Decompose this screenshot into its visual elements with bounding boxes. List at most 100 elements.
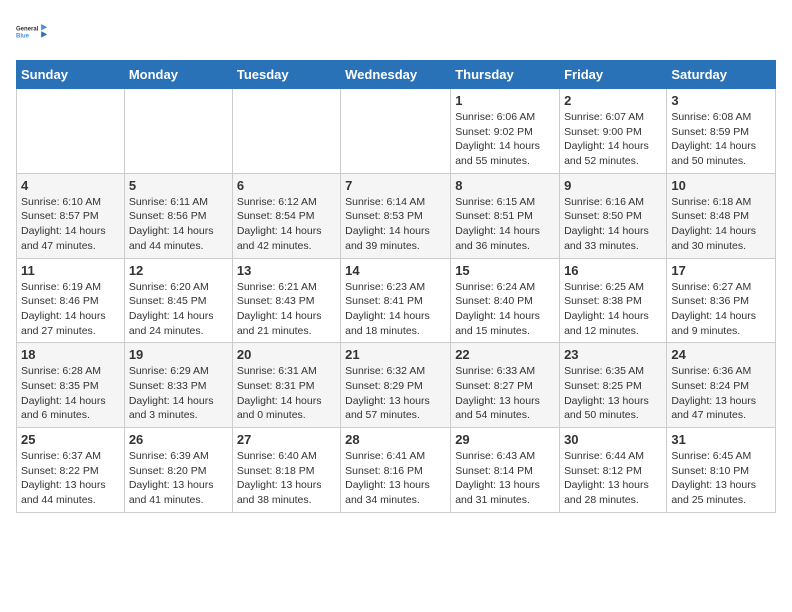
day-info: Sunrise: 6:40 AMSunset: 8:18 PMDaylight:… [237,449,336,508]
week-row-1: 1 Sunrise: 6:06 AMSunset: 9:02 PMDaylight… [17,89,776,174]
day-number: 17 [671,263,771,278]
day-number: 9 [564,178,662,193]
day-number: 31 [671,432,771,447]
day-number: 13 [237,263,336,278]
calendar-cell: 19 Sunrise: 6:29 AMSunset: 8:33 PMDayligh… [124,343,232,428]
week-row-5: 25Sunrise: 6:37 AMSunset: 8:22 PMDayligh… [17,428,776,513]
day-info: Sunrise: 6:08 AMSunset: 8:59 PMDaylight:… [671,110,771,169]
calendar-cell: 23 Sunrise: 6:35 AMSunset: 8:25 PMDayligh… [560,343,667,428]
calendar-cell [17,89,125,174]
day-number: 19 [129,347,228,362]
day-number: 7 [345,178,446,193]
day-info: Sunrise: 6:45 AMSunset: 8:10 PMDaylight:… [671,449,771,508]
day-number: 2 [564,93,662,108]
calendar-cell: 5 Sunrise: 6:11 AMSunset: 8:56 PMDaylight… [124,173,232,258]
day-info: Sunrise: 6:33 AMSunset: 8:27 PMDaylight:… [455,364,555,423]
calendar-cell: 7 Sunrise: 6:14 AMSunset: 8:53 PMDaylight… [341,173,451,258]
day-info: Sunrise: 6:37 AMSunset: 8:22 PMDaylight:… [21,449,120,508]
calendar-cell: 20 Sunrise: 6:31 AMSunset: 8:31 PMDayligh… [232,343,340,428]
weekday-header-saturday: Saturday [667,61,776,89]
week-row-3: 11Sunrise: 6:19 AMSunset: 8:46 PMDayligh… [17,258,776,343]
day-info: Sunrise: 6:18 AMSunset: 8:48 PMDaylight:… [671,195,771,254]
day-info: Sunrise: 6:06 AMSunset: 9:02 PMDaylight:… [455,110,555,169]
day-number: 27 [237,432,336,447]
calendar-table: SundayMondayTuesdayWednesdayThursdayFrid… [16,60,776,513]
calendar-cell: 3Sunrise: 6:08 AMSunset: 8:59 PMDaylight… [667,89,776,174]
day-info: Sunrise: 6:43 AMSunset: 8:14 PMDaylight:… [455,449,555,508]
day-number: 1 [455,93,555,108]
calendar-cell: 31 Sunrise: 6:45 AMSunset: 8:10 PMDayligh… [667,428,776,513]
day-number: 5 [129,178,228,193]
day-info: Sunrise: 6:35 AMSunset: 8:25 PMDaylight:… [564,364,662,423]
day-info: Sunrise: 6:11 AMSunset: 8:56 PMDaylight:… [129,195,228,254]
calendar-cell [341,89,451,174]
calendar-cell: 30 Sunrise: 6:44 AMSunset: 8:12 PMDayligh… [560,428,667,513]
day-number: 6 [237,178,336,193]
calendar-cell [232,89,340,174]
day-number: 29 [455,432,555,447]
calendar-cell: 25Sunrise: 6:37 AMSunset: 8:22 PMDayligh… [17,428,125,513]
day-info: Sunrise: 6:14 AMSunset: 8:53 PMDaylight:… [345,195,446,254]
day-number: 14 [345,263,446,278]
day-number: 15 [455,263,555,278]
calendar-cell: 10 Sunrise: 6:18 AMSunset: 8:48 PMDayligh… [667,173,776,258]
day-info: Sunrise: 6:44 AMSunset: 8:12 PMDaylight:… [564,449,662,508]
day-info: Sunrise: 6:29 AMSunset: 8:33 PMDaylight:… [129,364,228,423]
svg-text:Blue: Blue [16,34,30,40]
day-number: 23 [564,347,662,362]
day-number: 8 [455,178,555,193]
calendar-cell: 28 Sunrise: 6:41 AMSunset: 8:16 PMDayligh… [341,428,451,513]
day-number: 28 [345,432,446,447]
day-number: 4 [21,178,120,193]
calendar-cell: 12 Sunrise: 6:20 AMSunset: 8:45 PMDayligh… [124,258,232,343]
day-number: 20 [237,347,336,362]
svg-text:General: General [16,26,39,32]
day-info: Sunrise: 6:31 AMSunset: 8:31 PMDaylight:… [237,364,336,423]
day-number: 21 [345,347,446,362]
calendar-cell: 14 Sunrise: 6:23 AMSunset: 8:41 PMDayligh… [341,258,451,343]
day-info: Sunrise: 6:39 AMSunset: 8:20 PMDaylight:… [129,449,228,508]
day-info: Sunrise: 6:20 AMSunset: 8:45 PMDaylight:… [129,280,228,339]
day-number: 24 [671,347,771,362]
calendar-cell: 26 Sunrise: 6:39 AMSunset: 8:20 PMDayligh… [124,428,232,513]
calendar-cell: 17 Sunrise: 6:27 AMSunset: 8:36 PMDayligh… [667,258,776,343]
day-number: 16 [564,263,662,278]
calendar-cell: 13 Sunrise: 6:21 AMSunset: 8:43 PMDayligh… [232,258,340,343]
day-info: Sunrise: 6:27 AMSunset: 8:36 PMDaylight:… [671,280,771,339]
day-number: 26 [129,432,228,447]
calendar-cell: 8Sunrise: 6:15 AMSunset: 8:51 PMDaylight… [451,173,560,258]
calendar-cell: 1 Sunrise: 6:06 AMSunset: 9:02 PMDaylight… [451,89,560,174]
day-info: Sunrise: 6:32 AMSunset: 8:29 PMDaylight:… [345,364,446,423]
week-row-4: 18 Sunrise: 6:28 AMSunset: 8:35 PMDayligh… [17,343,776,428]
logo: General Blue [16,16,48,48]
calendar-cell: 2 Sunrise: 6:07 AMSunset: 9:00 PMDaylight… [560,89,667,174]
day-info: Sunrise: 6:19 AMSunset: 8:46 PMDaylight:… [21,280,120,339]
calendar-cell: 16 Sunrise: 6:25 AMSunset: 8:38 PMDayligh… [560,258,667,343]
day-number: 18 [21,347,120,362]
day-info: Sunrise: 6:23 AMSunset: 8:41 PMDaylight:… [345,280,446,339]
calendar-cell: 15 Sunrise: 6:24 AMSunset: 8:40 PMDayligh… [451,258,560,343]
weekday-header-monday: Monday [124,61,232,89]
calendar-cell: 22 Sunrise: 6:33 AMSunset: 8:27 PMDayligh… [451,343,560,428]
calendar-cell: 24 Sunrise: 6:36 AMSunset: 8:24 PMDayligh… [667,343,776,428]
day-info: Sunrise: 6:28 AMSunset: 8:35 PMDaylight:… [21,364,120,423]
day-info: Sunrise: 6:24 AMSunset: 8:40 PMDaylight:… [455,280,555,339]
weekday-header-tuesday: Tuesday [232,61,340,89]
day-number: 10 [671,178,771,193]
calendar-cell: 9Sunrise: 6:16 AMSunset: 8:50 PMDaylight… [560,173,667,258]
weekday-header-row: SundayMondayTuesdayWednesdayThursdayFrid… [17,61,776,89]
day-info: Sunrise: 6:41 AMSunset: 8:16 PMDaylight:… [345,449,446,508]
week-row-2: 4Sunrise: 6:10 AMSunset: 8:57 PMDaylight… [17,173,776,258]
calendar-cell [124,89,232,174]
day-info: Sunrise: 6:36 AMSunset: 8:24 PMDaylight:… [671,364,771,423]
day-number: 12 [129,263,228,278]
weekday-header-friday: Friday [560,61,667,89]
calendar-cell: 27 Sunrise: 6:40 AMSunset: 8:18 PMDayligh… [232,428,340,513]
day-info: Sunrise: 6:07 AMSunset: 9:00 PMDaylight:… [564,110,662,169]
calendar-cell: 4Sunrise: 6:10 AMSunset: 8:57 PMDaylight… [17,173,125,258]
day-info: Sunrise: 6:21 AMSunset: 8:43 PMDaylight:… [237,280,336,339]
day-info: Sunrise: 6:25 AMSunset: 8:38 PMDaylight:… [564,280,662,339]
day-number: 22 [455,347,555,362]
calendar-cell: 21 Sunrise: 6:32 AMSunset: 8:29 PMDayligh… [341,343,451,428]
day-number: 30 [564,432,662,447]
